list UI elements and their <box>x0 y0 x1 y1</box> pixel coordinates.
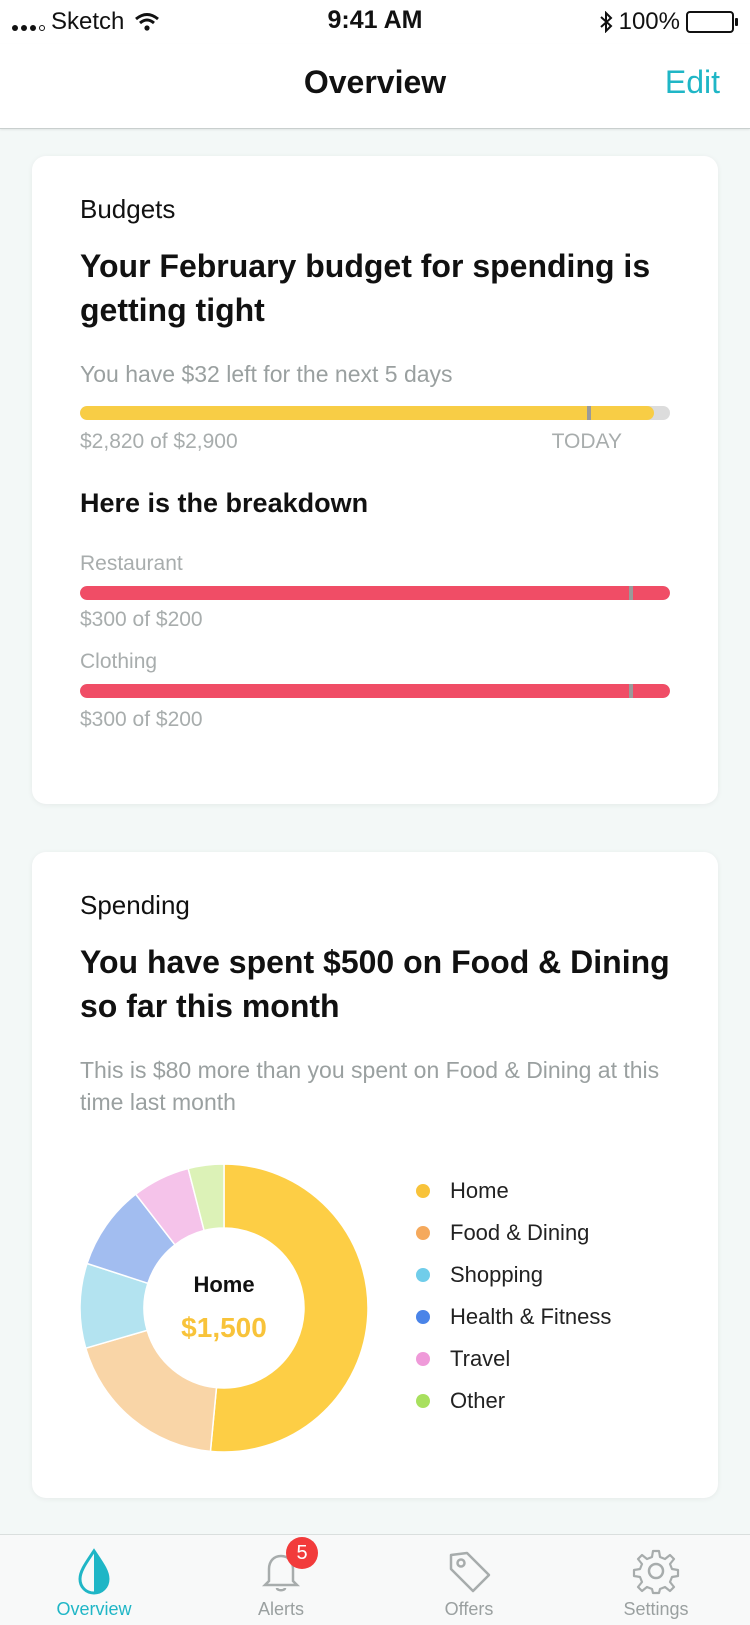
category-bar <box>80 684 670 698</box>
category-bar-fill <box>80 586 670 600</box>
legend-label: Food & Dining <box>450 1220 590 1245</box>
navigation-bar: Overview Edit <box>0 44 750 129</box>
legend-item: Shopping <box>416 1254 611 1296</box>
tab-label: Overview <box>56 1599 132 1619</box>
today-label: TODAY <box>551 430 622 453</box>
tab-overview[interactable]: Overview <box>19 1535 169 1625</box>
budgets-section-label: Budgets <box>80 194 176 224</box>
budgets-headline: Your February budget for spending is get… <box>80 248 651 328</box>
donut-center-value: $1,500 <box>181 1312 267 1343</box>
tab-label: Offers <box>444 1599 494 1619</box>
edit-button[interactable]: Edit <box>665 64 720 101</box>
budgets-subtitle: You have $32 left for the next 5 days <box>80 361 453 387</box>
category-name: Clothing <box>80 650 158 673</box>
legend-label: Travel <box>450 1346 511 1371</box>
legend-label: Home <box>450 1178 509 1203</box>
category-amount: $300 of $200 <box>80 708 203 731</box>
spending-headline: You have spent $500 on Food & Dining so … <box>80 944 670 1024</box>
legend-item: Health & Fitness <box>416 1296 611 1338</box>
legend-label: Shopping <box>450 1262 543 1287</box>
today-marker <box>587 406 592 420</box>
tab-label: Settings <box>623 1599 689 1619</box>
tab-offers[interactable]: Offers <box>394 1535 544 1625</box>
battery-icon <box>686 11 738 33</box>
category-name: Restaurant <box>80 552 183 575</box>
legend-item: Other <box>416 1380 611 1422</box>
chart-legend: Home Food & Dining Shopping Health & Fit… <box>416 1170 611 1422</box>
tab-label: Alerts <box>257 1599 304 1619</box>
spending-subtitle: This is $80 more than you spent on Food … <box>80 1057 660 1115</box>
spending-donut-chart[interactable] <box>80 1164 368 1452</box>
tab-bar: Overview 5 Alerts Offers Settings <box>0 1534 750 1625</box>
droplet-icon <box>78 1548 110 1595</box>
legend-item: Home <box>416 1170 611 1212</box>
legend-dot-icon <box>416 1226 430 1240</box>
spending-section-label: Spending <box>80 890 190 920</box>
category-amount: $300 of $200 <box>80 608 203 631</box>
tag-icon <box>449 1551 491 1593</box>
alerts-badge: 5 <box>286 1537 318 1569</box>
donut-center-label: Home <box>193 1272 255 1297</box>
legend-dot-icon <box>416 1268 430 1282</box>
battery-info: 100% <box>599 8 738 36</box>
budgets-card[interactable]: Budgets Your February budget for spendin… <box>32 156 718 804</box>
category-bar-fill <box>80 684 670 698</box>
tab-settings[interactable]: Settings <box>581 1535 731 1625</box>
legend-label: Other <box>450 1388 506 1413</box>
category-limit-marker <box>628 586 633 600</box>
tab-alerts[interactable]: 5 Alerts <box>206 1535 356 1625</box>
bluetooth-icon <box>599 11 613 33</box>
breakdown-title: Here is the breakdown <box>80 488 369 518</box>
legend-dot-icon <box>416 1394 430 1408</box>
legend-item: Food & Dining <box>416 1212 611 1254</box>
donut-slice-home[interactable] <box>209 1164 368 1452</box>
status-bar: Sketch 9:41 AM 100% <box>0 0 750 44</box>
donut-slice-food-dining[interactable] <box>84 1329 218 1452</box>
category-bar <box>80 586 670 600</box>
legend-dot-icon <box>416 1352 430 1366</box>
battery-percent: 100% <box>618 8 680 35</box>
legend-dot-icon <box>416 1184 430 1198</box>
category-limit-marker <box>628 684 633 698</box>
legend-label: Health & Fitness <box>450 1304 612 1329</box>
legend-item: Travel <box>416 1338 611 1380</box>
spending-card[interactable]: Spending You have spent $500 on Food & D… <box>32 852 718 1498</box>
overall-spent-text: $2,820 of $2,900 <box>80 430 238 453</box>
legend-dot-icon <box>416 1310 430 1324</box>
overall-budget-fill <box>80 406 654 420</box>
overall-budget-bar <box>80 406 670 420</box>
gear-icon <box>632 1549 680 1595</box>
page-title: Overview <box>303 64 447 100</box>
